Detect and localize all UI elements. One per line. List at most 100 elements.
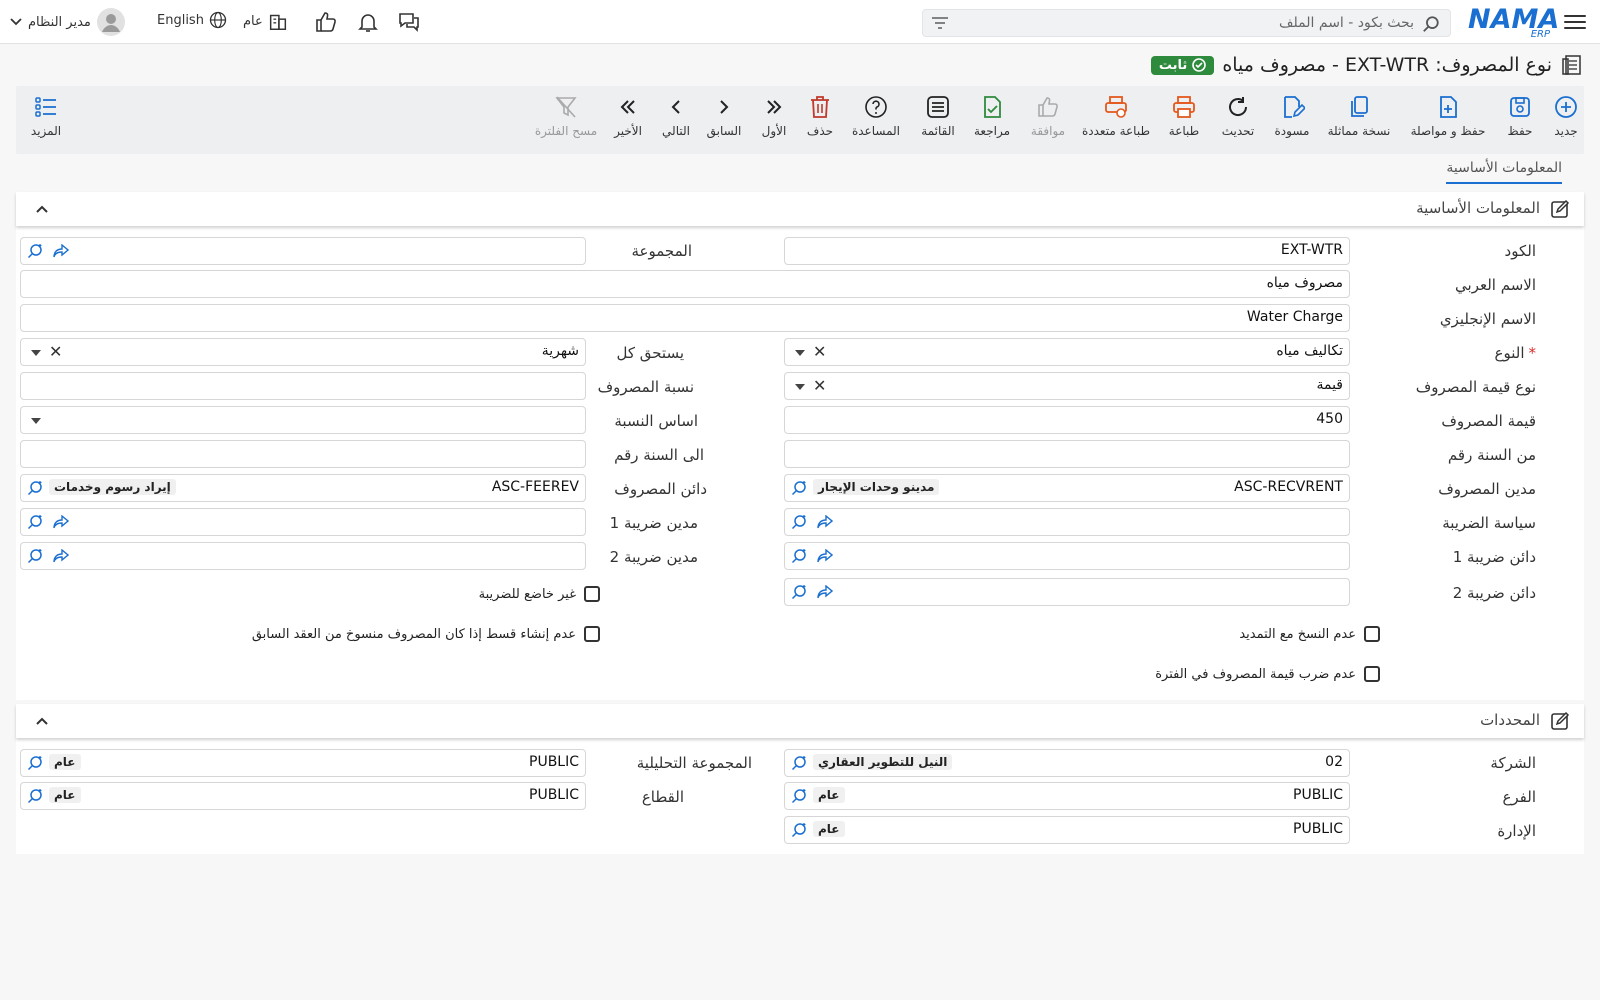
clear-icon[interactable]: ✕ [49, 343, 62, 361]
chevron-up-icon[interactable] [34, 713, 50, 729]
lookup-icon[interactable] [791, 548, 807, 564]
review-label: مراجعة [973, 124, 1011, 138]
from-year-input[interactable] [784, 440, 1350, 468]
lookup-icon[interactable] [791, 755, 807, 771]
share-arrow-icon[interactable] [817, 515, 833, 529]
company-name: النيل للتطوير العقاري [813, 754, 953, 770]
multi-print-button[interactable]: طباعة متعددة [1080, 94, 1152, 138]
no-installment-checkbox[interactable]: عدم إنشاء قسط إذا كان المصروف منسوخ من ا… [252, 626, 600, 642]
branch-lookup[interactable]: PUBLIC عام [784, 782, 1350, 810]
credit-account-lookup[interactable]: ASC-FEEREV إيراد رسوم وخدمات [20, 474, 586, 502]
last-button[interactable]: الأخير [610, 94, 646, 138]
lookup-icon[interactable] [791, 480, 807, 496]
tax-credit1-lookup[interactable] [784, 542, 1350, 570]
debit-account-lookup[interactable]: ASC-RECVRENT مدينو وحدات الإيجار [784, 474, 1350, 502]
lookup-icon[interactable] [27, 514, 43, 530]
help-button[interactable]: المساعدة [848, 94, 904, 138]
lookup-icon[interactable] [791, 822, 807, 838]
department-lookup[interactable]: PUBLIC عام [784, 816, 1350, 844]
checkbox-box[interactable] [1364, 666, 1380, 682]
sector-lookup[interactable]: PUBLIC عام [20, 782, 586, 810]
analysis-group-lookup[interactable]: PUBLIC عام [20, 749, 586, 777]
clear-icon[interactable]: ✕ [813, 343, 826, 361]
print-button[interactable]: طباعة [1162, 94, 1206, 138]
no-copy-renewal-checkbox[interactable]: عدم النسخ مع التمديد [1239, 626, 1380, 642]
draft-button[interactable]: مسودة [1270, 94, 1314, 138]
expense-ratio-input[interactable] [20, 372, 586, 400]
type-select[interactable]: تكاليف مياه ✕ [784, 338, 1350, 366]
lookup-icon[interactable] [27, 755, 43, 771]
menu-icon[interactable] [1564, 11, 1586, 31]
not-taxable-checkbox[interactable]: غير خاضع للضريبة [479, 586, 600, 602]
tax-credit2-lookup[interactable] [784, 578, 1350, 606]
checkbox-box[interactable] [1364, 626, 1380, 642]
checkbox-box[interactable] [584, 586, 600, 602]
lookup-icon[interactable] [27, 480, 43, 496]
to-year-input[interactable] [20, 440, 586, 468]
user-menu[interactable]: مدير النظام [10, 8, 125, 36]
share-arrow-icon[interactable] [53, 515, 69, 529]
chat-icon[interactable] [397, 10, 421, 34]
share-arrow-icon[interactable] [53, 549, 69, 563]
dropdown-arrow-icon[interactable] [31, 418, 41, 424]
english-name-input[interactable]: Water Charge [20, 304, 1350, 332]
save-continue-button[interactable]: حفظ و مواصلة [1404, 94, 1492, 138]
sector-label: القطاع [641, 788, 684, 806]
language-switch[interactable]: English [157, 10, 228, 30]
search-placeholder: بحث بكود - اسم الملف [1279, 15, 1414, 31]
approve-button[interactable]: موافقة [1026, 94, 1070, 138]
dimensions-header[interactable]: المحددات [16, 704, 1584, 738]
delete-button[interactable]: حذف [802, 94, 838, 138]
company-lookup[interactable]: 02 النيل للتطوير العقاري [784, 749, 1350, 777]
dropdown-arrow-icon[interactable] [31, 350, 41, 356]
no-multiply-period-checkbox[interactable]: عدم ضرب قيمة المصروف في الفترة [1155, 666, 1380, 682]
share-arrow-icon[interactable] [53, 244, 69, 258]
analysis-group-label: المجموعة التحليلية [636, 754, 752, 772]
ratio-basis-select[interactable] [20, 406, 586, 434]
lookup-icon[interactable] [791, 584, 807, 600]
review-button[interactable]: مراجعة [970, 94, 1014, 138]
first-button[interactable]: الأول [756, 94, 792, 138]
new-button[interactable]: جديد [1548, 94, 1584, 138]
lookup-icon[interactable] [27, 243, 43, 259]
share-arrow-icon[interactable] [817, 585, 833, 599]
group-lookup[interactable] [20, 237, 586, 265]
refresh-button[interactable]: تحديث [1216, 94, 1260, 138]
tax-debit2-lookup[interactable] [20, 542, 586, 570]
code-input[interactable]: EXT-WTR [784, 237, 1350, 265]
arabic-name-input[interactable]: مصروف مياه [20, 270, 1350, 298]
language-label: English [157, 12, 204, 28]
expense-value-input[interactable]: 450 [784, 406, 1350, 434]
save-button[interactable]: حفظ [1502, 94, 1538, 138]
filter-icon[interactable] [931, 15, 949, 31]
checkbox-box[interactable] [584, 626, 600, 642]
share-arrow-icon[interactable] [817, 549, 833, 563]
duplicate-button[interactable]: نسخة مماثلة [1324, 94, 1394, 138]
value-type-select[interactable]: قيمة ✕ [784, 372, 1350, 400]
tax-debit1-lookup[interactable] [20, 508, 586, 536]
list-button[interactable]: القائمة [916, 94, 960, 138]
lookup-icon[interactable] [791, 514, 807, 530]
tab-basic-info[interactable]: المعلومات الأساسية [1446, 160, 1562, 184]
branch-selector[interactable]: عام [243, 10, 289, 32]
bell-icon[interactable] [356, 10, 380, 34]
clear-filter-button[interactable]: مسح الفلترة [534, 94, 598, 138]
due-every-select[interactable]: شهرية ✕ [20, 338, 586, 366]
dropdown-arrow-icon[interactable] [795, 384, 805, 390]
thumbs-up-icon[interactable] [314, 10, 338, 34]
more-button[interactable]: المزيد [28, 94, 64, 138]
tax-policy-lookup[interactable] [784, 508, 1350, 536]
search-input[interactable]: بحث بكود - اسم الملف [922, 9, 1451, 37]
basic-info-header[interactable]: المعلومات الأساسية [16, 192, 1584, 226]
logo[interactable]: NAMA ERP [1468, 4, 1559, 40]
lookup-icon[interactable] [27, 788, 43, 804]
expense-ratio-label: نسبة المصروف [597, 378, 694, 396]
lookup-icon[interactable] [27, 548, 43, 564]
chevron-up-icon[interactable] [34, 201, 50, 217]
previous-button[interactable]: السابق [704, 94, 744, 138]
search-icon [1423, 16, 1439, 32]
lookup-icon[interactable] [791, 788, 807, 804]
next-button[interactable]: التالي [658, 94, 694, 138]
clear-icon[interactable]: ✕ [813, 377, 826, 395]
dropdown-arrow-icon[interactable] [795, 350, 805, 356]
